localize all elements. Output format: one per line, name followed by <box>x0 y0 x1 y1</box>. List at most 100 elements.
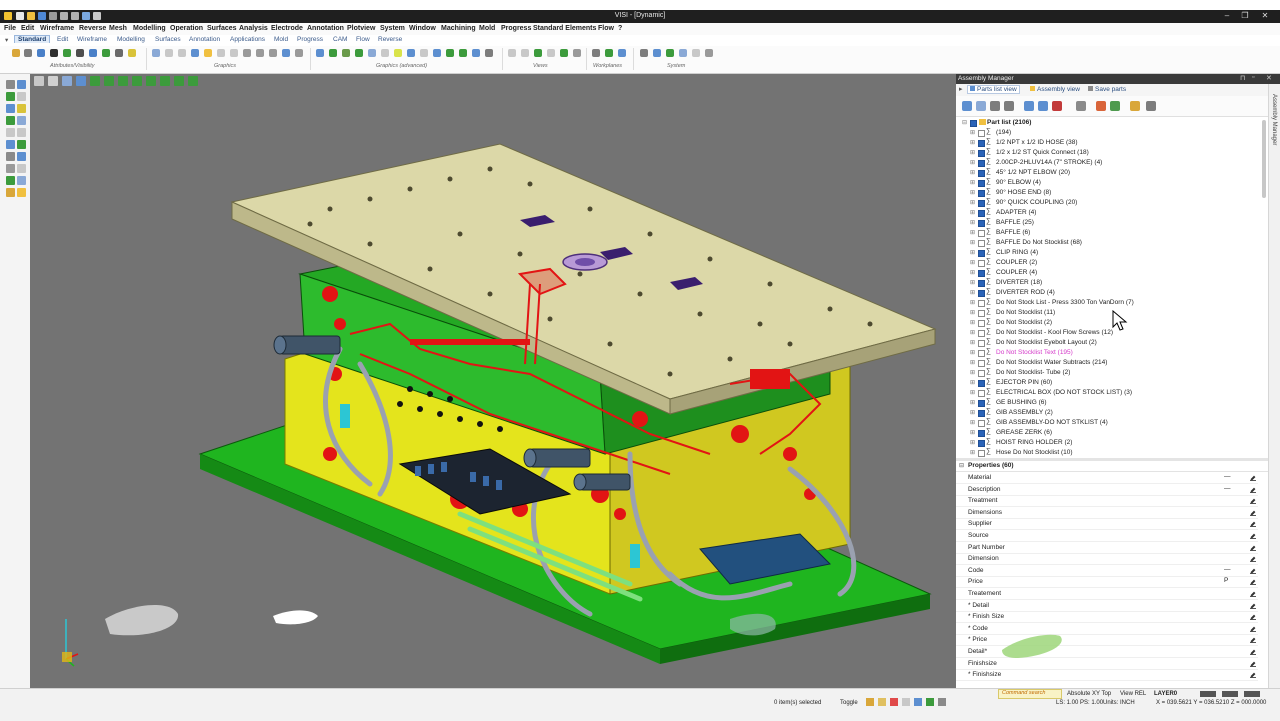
edit-pencil-icon[interactable] <box>1250 486 1256 493</box>
view-save-icon[interactable] <box>573 49 581 57</box>
view-mode[interactable]: Absolute XY Top <box>1067 691 1111 697</box>
trim-icon[interactable] <box>17 128 26 137</box>
tools-icon[interactable] <box>705 49 713 57</box>
properties-toggle-icon[interactable]: ⊟ <box>959 462 964 469</box>
part-checkbox[interactable] <box>978 180 985 187</box>
copy-icon[interactable] <box>17 164 26 173</box>
tab-assembly-view[interactable]: Assembly view <box>1030 86 1080 93</box>
part-checkbox[interactable] <box>978 290 985 297</box>
part-checkbox[interactable] <box>978 220 985 227</box>
menu-system[interactable]: System <box>380 25 405 32</box>
close-button[interactable]: ✕ <box>1258 11 1272 20</box>
part-row[interactable]: ⊞ ∑ BAFFLE (25) <box>956 218 1256 228</box>
preferences-icon[interactable] <box>692 49 700 57</box>
tree-root[interactable]: ⊟ Part list (2106) <box>956 118 1256 128</box>
part-row[interactable]: ⊞ ∑ (194) <box>956 128 1256 138</box>
edit-pencil-icon[interactable] <box>1250 613 1256 621</box>
part-row[interactable]: ⊞ ∑ GE BUSHING (6) <box>956 398 1256 408</box>
perspective-icon[interactable] <box>381 49 389 57</box>
part-row[interactable]: ⊞ ∑ ELECTRICAL BOX (DO NOT STOCK LIST) (3) <box>956 388 1256 398</box>
part-checkbox[interactable] <box>978 340 985 347</box>
edit-pencil-icon[interactable] <box>1250 602 1256 609</box>
snap-intersect-icon[interactable] <box>926 698 934 706</box>
hide-icon[interactable] <box>50 49 58 57</box>
part-row[interactable]: ⊞ ∑ DIVERTER (18) <box>956 278 1256 288</box>
snap-tangent-icon[interactable] <box>938 698 946 706</box>
grid-toggle-icon[interactable] <box>1222 691 1238 697</box>
menu-mold[interactable]: Mold <box>479 25 495 32</box>
part-checkbox[interactable] <box>978 400 985 407</box>
expand-toggle-icon[interactable]: ⊞ <box>970 289 975 296</box>
expand-toggle-icon[interactable]: ⊞ <box>970 219 975 226</box>
spline-icon[interactable] <box>6 116 15 125</box>
units-icon[interactable] <box>679 49 687 57</box>
menu-file[interactable]: File <box>4 25 16 32</box>
property-row[interactable]: Price P <box>956 576 1258 589</box>
edit-pencil-icon[interactable] <box>1250 532 1256 539</box>
workplane-icon[interactable] <box>592 49 600 57</box>
expand-toggle-icon[interactable]: ⊞ <box>970 349 975 356</box>
expand-toggle-icon[interactable]: ⊞ <box>970 229 975 236</box>
part-row[interactable]: ⊞ ∑ 1/2 NPT x 1/2 ID HOSE (38) <box>956 138 1256 148</box>
ortho-toggle-icon[interactable] <box>1244 691 1260 697</box>
report-icon[interactable] <box>1146 101 1156 111</box>
property-row[interactable]: Dimension <box>956 553 1258 566</box>
root-checkbox[interactable] <box>970 120 977 127</box>
part-checkbox[interactable] <box>978 240 985 247</box>
background-icon[interactable] <box>394 49 402 57</box>
edit-pencil-icon[interactable] <box>1250 578 1256 586</box>
part-row[interactable]: ⊞ ∑ Do Not Stocklist (2) <box>956 318 1256 328</box>
property-value[interactable]: — <box>1224 473 1231 480</box>
view-front-icon[interactable] <box>521 49 529 57</box>
tab-mold[interactable]: Mold <box>271 36 291 43</box>
snap-grid-icon[interactable] <box>914 698 922 706</box>
silhouette-icon[interactable] <box>407 49 415 57</box>
options-icon[interactable] <box>666 49 674 57</box>
part-row[interactable]: ⊞ ∑ ADAPTER (4) <box>956 208 1256 218</box>
ribbon-collapse-icon[interactable]: ▾ <box>2 36 11 44</box>
expand-toggle-icon[interactable]: ⊞ <box>970 189 975 196</box>
property-row[interactable]: Dimensions <box>956 507 1258 519</box>
view-iso-icon[interactable] <box>534 49 542 57</box>
outline-icon[interactable] <box>420 49 428 57</box>
expand-toggle-icon[interactable]: ⊞ <box>970 179 975 186</box>
edit-pencil-icon[interactable] <box>1250 660 1256 667</box>
3d-viewport[interactable] <box>30 74 956 688</box>
find-icon[interactable] <box>1076 101 1086 111</box>
camera-icon[interactable] <box>368 49 376 57</box>
dimension-icon[interactable] <box>17 152 26 161</box>
isolate-icon[interactable] <box>1052 101 1062 111</box>
part-row[interactable]: ⊞ ∑ EJECTOR PIN (60) <box>956 378 1256 388</box>
expand-toggle-icon[interactable]: ⊞ <box>970 329 975 336</box>
menu-annotation[interactable]: Annotation <box>307 25 344 32</box>
zoom-window-icon[interactable] <box>256 49 264 57</box>
snap-mid-icon[interactable] <box>890 698 898 706</box>
part-row[interactable]: ⊞ ∑ 2.00CP-2HLUV14A (7" STROKE) (4) <box>956 158 1256 168</box>
toggle-button[interactable]: Toggle <box>840 700 858 706</box>
edit-pencil-icon[interactable] <box>1250 520 1256 528</box>
measure-icon[interactable] <box>6 152 15 161</box>
render-icon[interactable] <box>204 49 212 57</box>
part-checkbox[interactable] <box>978 410 985 417</box>
property-row[interactable]: * Finishsize <box>956 669 1258 682</box>
layer-indicator[interactable]: LAYER0 <box>1154 691 1177 697</box>
menu-progress[interactable]: Progress <box>501 25 531 32</box>
group-tool-icon[interactable] <box>17 188 26 197</box>
tab-applications[interactable]: Applications <box>227 36 268 43</box>
fillet-icon[interactable] <box>17 140 26 149</box>
property-row[interactable]: Description — <box>956 484 1258 496</box>
part-checkbox[interactable] <box>978 200 985 207</box>
expand-toggle-icon[interactable]: ⊞ <box>970 299 975 306</box>
scale-icon[interactable] <box>17 176 26 185</box>
transparency-icon[interactable] <box>217 49 225 57</box>
ambient-icon[interactable] <box>446 49 454 57</box>
parts-tree[interactable]: ⊟ Part list (2106) ⊞ ∑ (194) ⊞ ∑ 1/2 NPT x 1/… <box>956 117 1268 458</box>
sort-icon[interactable] <box>1038 101 1048 111</box>
quality-icon[interactable] <box>485 49 493 57</box>
expand-icon[interactable] <box>976 101 986 111</box>
part-row[interactable]: ⊞ ∑ COUPLER (4) <box>956 268 1256 278</box>
part-checkbox[interactable] <box>978 300 985 307</box>
property-value[interactable]: — <box>1224 485 1231 492</box>
part-row[interactable]: ⊞ ∑ 90° ELBOW (4) <box>956 178 1256 188</box>
tab-progress[interactable]: Progress <box>294 36 326 43</box>
